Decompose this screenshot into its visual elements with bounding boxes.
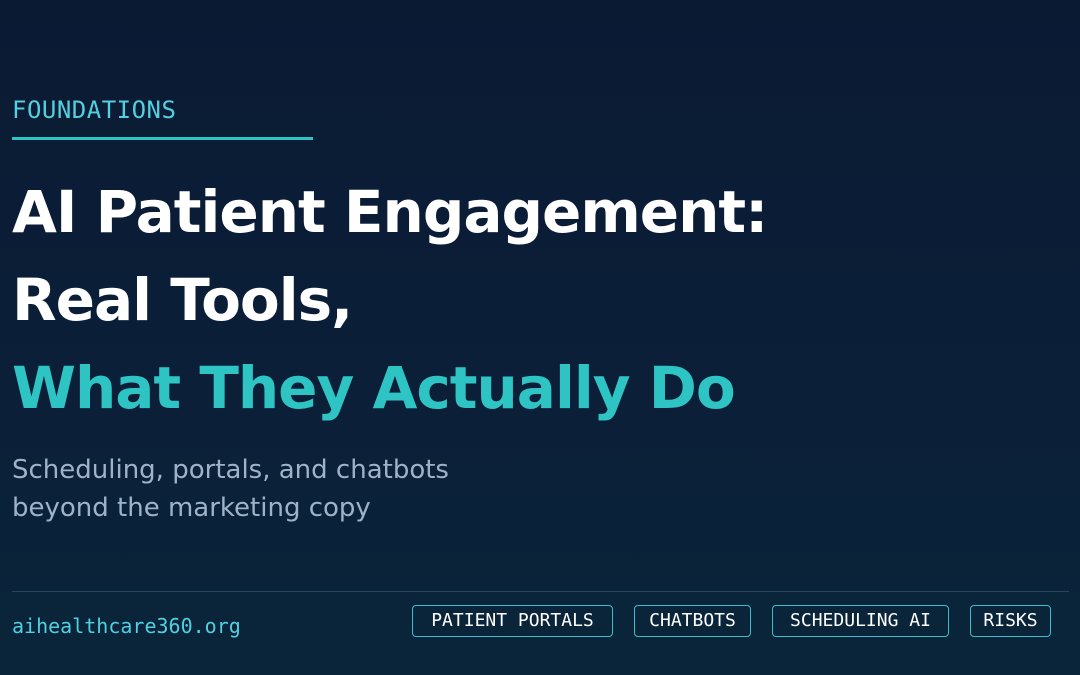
title-line-3-highlight: What They Actually Do [12, 354, 736, 422]
category-underline [12, 137, 313, 140]
subtitle: Scheduling, portals, and chatbots beyond… [12, 451, 449, 527]
category-label: FOUNDATIONS [12, 96, 177, 124]
title-line-1: AI Patient Engagement: [12, 178, 768, 246]
page-title: AI Patient Engagement: Real Tools, What … [12, 168, 768, 432]
tag-patient-portals: PATIENT PORTALS [412, 605, 613, 637]
title-line-2: Real Tools, [12, 266, 353, 334]
footer-divider [12, 591, 1069, 592]
tag-risks: RISKS [970, 605, 1051, 637]
tag-scheduling-ai: SCHEDULING AI [772, 605, 949, 637]
subtitle-line-2: beyond the marketing copy [12, 493, 371, 523]
tag-chatbots: CHATBOTS [634, 605, 751, 637]
subtitle-line-1: Scheduling, portals, and chatbots [12, 455, 449, 485]
site-url: aihealthcare360.org [12, 614, 241, 638]
